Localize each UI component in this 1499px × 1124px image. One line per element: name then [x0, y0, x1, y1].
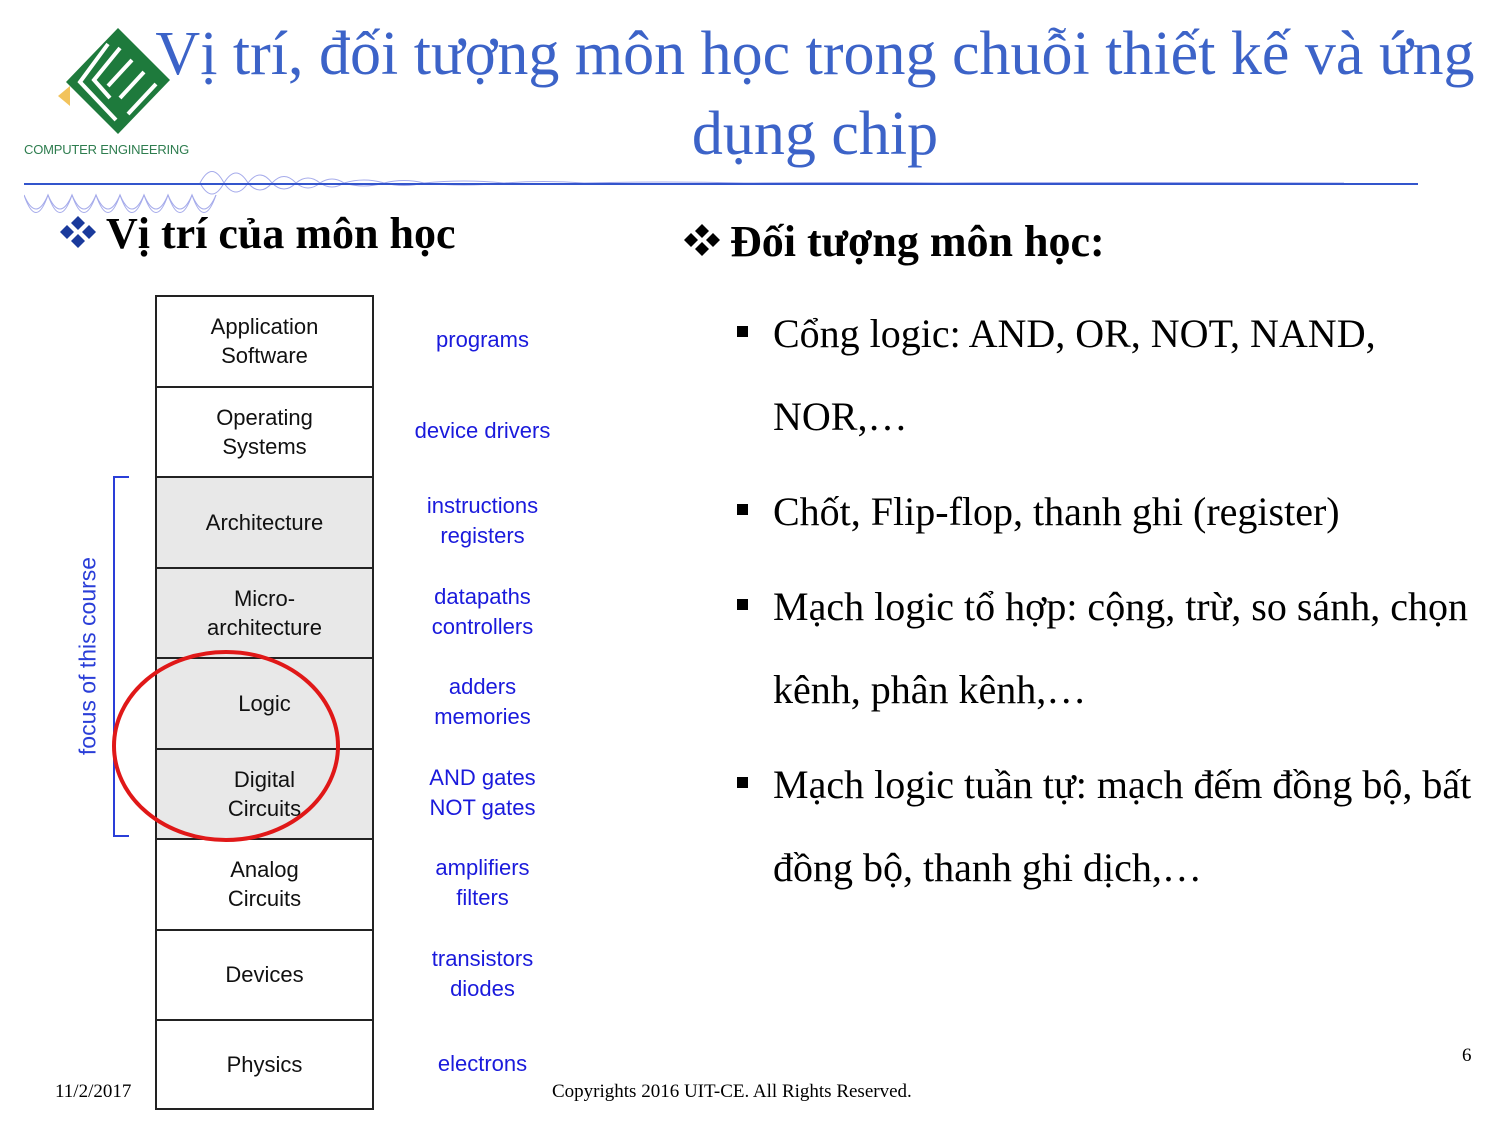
layer-application-software: Application Software	[155, 295, 374, 386]
example-transistors-diodes: transistors diodes	[431, 945, 534, 1001]
page-number: 6	[1462, 1045, 1472, 1066]
square-bullet-icon	[737, 504, 748, 515]
square-bullet-icon	[737, 777, 748, 788]
layer-physics: Physics	[155, 1019, 374, 1110]
square-bullet-icon	[737, 326, 748, 337]
example-instructions-registers: instructions registers	[426, 493, 539, 549]
diamond-cluster-icon	[684, 223, 720, 256]
example-adders-memories: adders memories	[434, 674, 531, 730]
subject-heading-text: Đối tượng môn học:	[730, 217, 1105, 266]
square-bullet-icon	[737, 599, 748, 610]
list-item: Chốt, Flip-flop, thanh ghi (register)	[735, 470, 1475, 553]
highlight-circle	[112, 650, 340, 842]
footer-date: 11/2/2017	[55, 1081, 132, 1102]
list-item: Mạch logic tuần tự: mạch đếm đồng bộ, bấ…	[735, 743, 1475, 909]
subject-heading: Đối tượng môn học:	[682, 214, 1105, 270]
example-programs: programs	[436, 327, 529, 353]
layer-microarchitecture: Micro- architecture	[155, 566, 374, 657]
list-item-text: Mạch logic tuần tự: mạch đếm đồng bộ, bấ…	[773, 762, 1472, 890]
list-item-text: Cổng logic: AND, OR, NOT, NAND, NOR,…	[773, 311, 1376, 439]
position-heading-text: Vị trí của môn học	[106, 209, 456, 258]
example-device-drivers: device drivers	[414, 417, 551, 443]
layer-examples: programs device drivers instructions reg…	[380, 295, 585, 1110]
footer-copyright: Copyrights 2016 UIT-CE. All Rights Reser…	[552, 1081, 912, 1102]
list-item: Cổng logic: AND, OR, NOT, NAND, NOR,…	[735, 292, 1475, 458]
topic-list: Cổng logic: AND, OR, NOT, NAND, NOR,… Ch…	[735, 292, 1475, 921]
position-heading: Vị trí của môn học	[58, 206, 456, 262]
example-datapaths-controllers: datapaths controllers	[431, 583, 534, 639]
diamond-cluster-icon	[60, 215, 96, 248]
list-item-text: Chốt, Flip-flop, thanh ghi (register)	[773, 489, 1340, 534]
example-gates: AND gates NOT gates	[429, 764, 536, 820]
layer-architecture: Architecture	[155, 476, 374, 567]
layer-devices: Devices	[155, 928, 374, 1019]
slide-title: Vị trí, đối tượng môn học trong chuỗi th…	[155, 20, 1475, 168]
focus-label: focus of this course	[74, 556, 101, 756]
example-amplifiers-filters: amplifiers filters	[435, 855, 530, 911]
layer-analog-circuits: Analog Circuits	[155, 838, 374, 929]
list-item-text: Mạch logic tổ hợp: cộng, trừ, so sánh, c…	[773, 584, 1468, 712]
list-item: Mạch logic tổ hợp: cộng, trừ, so sánh, c…	[735, 565, 1475, 731]
header-divider	[24, 183, 1418, 185]
layer-operating-systems: Operating Systems	[155, 385, 374, 476]
